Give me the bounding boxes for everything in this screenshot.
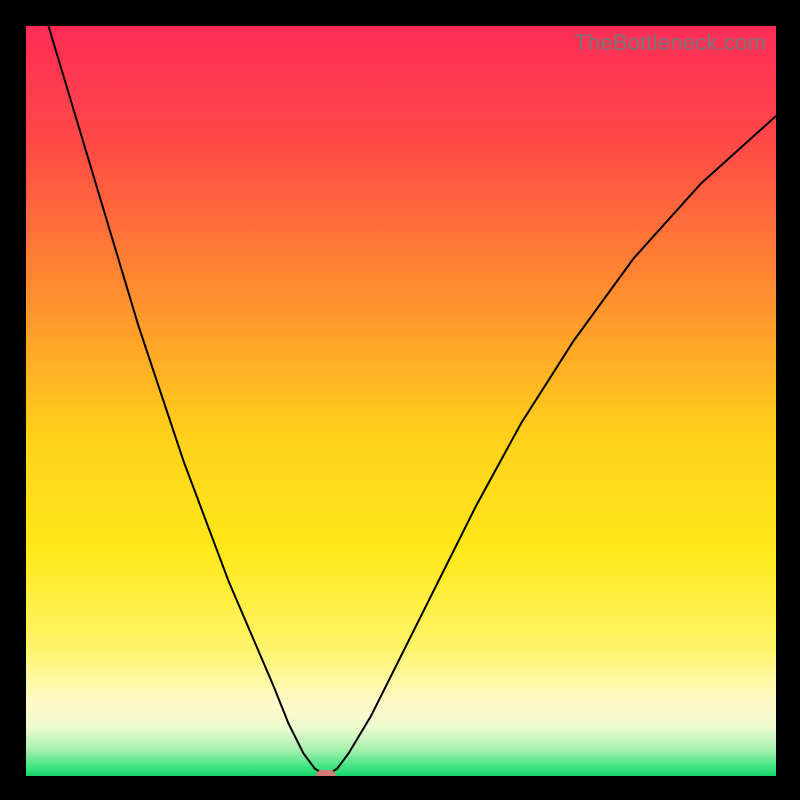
plot-area: TheBottleneck.com xyxy=(26,26,776,776)
minimum-marker xyxy=(316,770,336,776)
bottleneck-curve xyxy=(26,26,776,776)
chart-frame: TheBottleneck.com xyxy=(0,0,800,800)
